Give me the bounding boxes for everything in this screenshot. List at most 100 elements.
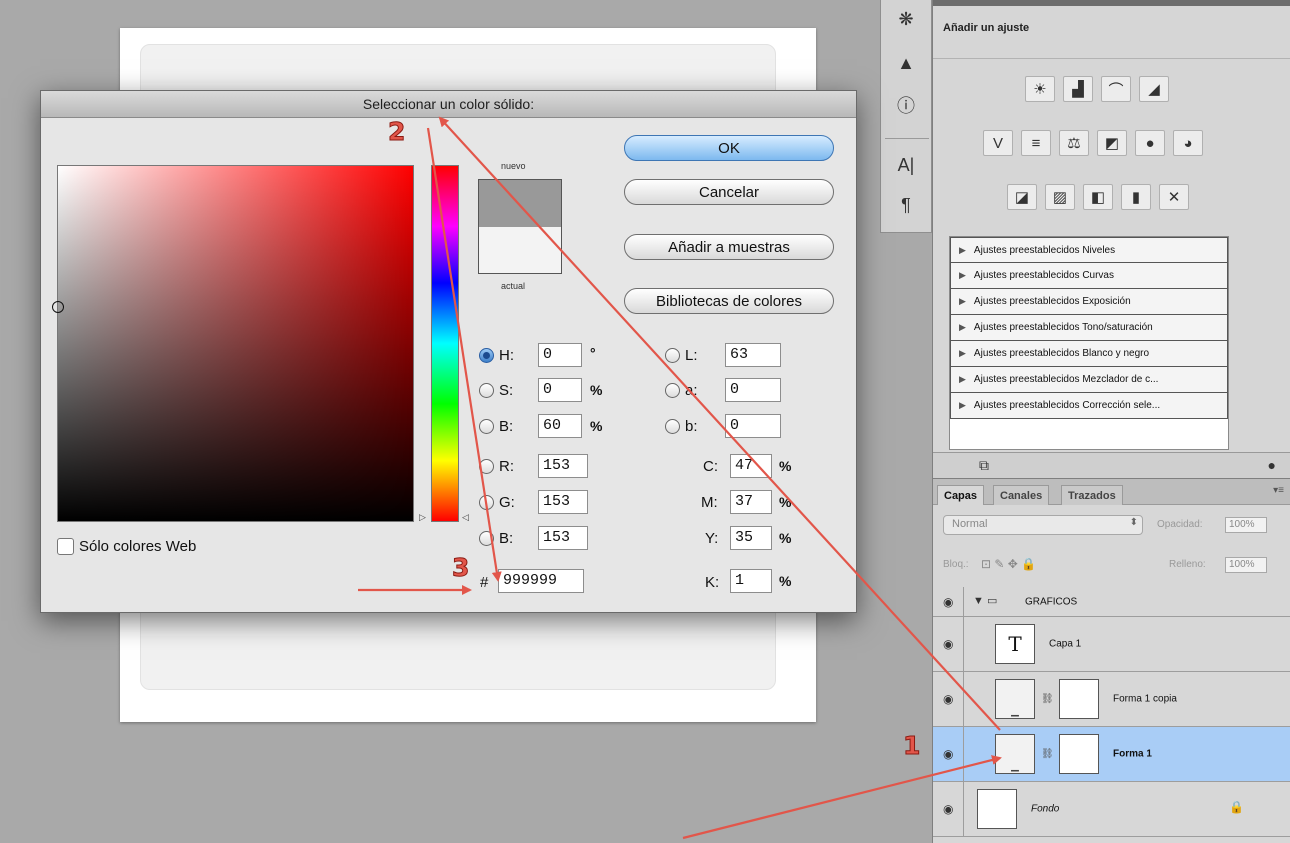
k-input[interactable]: 1 [730,569,772,593]
layer-row-forma-1[interactable]: ◉ ▁ ⛓ Forma 1 [933,727,1290,782]
layers-tab-bar: Capas Canales Trazados ▾≡ [933,479,1290,505]
expand-triangle-icon: ▶ [959,374,966,384]
radio-g[interactable] [479,495,494,510]
hue-slider[interactable] [431,165,459,522]
h-input[interactable]: 0 [538,343,582,367]
brightness-input[interactable]: 60 [538,414,582,438]
layer-name: GRAFICOS [1025,596,1078,607]
eye-icon[interactable]: ◉ [943,692,953,706]
radio-brightness[interactable] [479,419,494,434]
hue-slider-left-handle-icon[interactable]: ▷ [419,512,426,523]
link-icon: ⛓ [1041,693,1054,705]
curves-icon[interactable]: ⌒ [1101,76,1131,102]
panel-menu-icon[interactable]: ▾≡ [1273,485,1284,496]
s-input[interactable]: 0 [538,378,582,402]
threshold-icon[interactable]: ◧ [1083,184,1113,210]
list-item[interactable]: ▶ Ajustes preestablecidos Blanco y negro [950,341,1228,367]
photo-filter-icon[interactable]: ● [1135,130,1165,156]
dialog-title: Seleccionar un color sólido: [41,91,856,118]
histogram-icon[interactable]: ▲ [893,50,919,76]
adjustment-icons-row-1: ☀ ▟ ⌒ ◢ [1025,76,1169,102]
b-blue-input[interactable]: 153 [538,526,588,550]
lock-icon: 🔒 [1229,800,1244,814]
list-item[interactable]: ▶ Ajustes preestablecidos Corrección sele… [950,393,1228,419]
c-input[interactable]: 47 [730,454,772,478]
tab-trazados[interactable]: Trazados [1061,485,1123,505]
radio-l[interactable] [665,348,680,363]
radio-a[interactable] [665,383,680,398]
layer-row-forma-1-copia[interactable]: ◉ ▁ ⛓ Forma 1 copia [933,672,1290,727]
eye-icon[interactable]: ◉ [943,802,953,816]
list-item[interactable]: ▶ Ajustes preestablecidos Niveles [950,237,1228,263]
layer-name: Forma 1 copia [1113,693,1177,705]
a-input[interactable]: 0 [725,378,781,402]
r-input[interactable]: 153 [538,454,588,478]
adjustments-divider [933,58,1290,59]
list-item[interactable]: ▶ Ajustes preestablecidos Tono/saturación [950,315,1228,341]
exposure-icon[interactable]: ◢ [1139,76,1169,102]
brightness-icon[interactable]: ☀ [1025,76,1055,102]
color-balance-icon[interactable]: ⚖ [1059,130,1089,156]
selective-color-icon[interactable]: ✕ [1159,184,1189,210]
field-label-b-blue: B: [499,530,514,547]
list-item[interactable]: ▶ Ajustes preestablecidos Mezclador de c.… [950,367,1228,393]
color-field[interactable] [52,165,414,522]
g-input[interactable]: 153 [538,490,588,514]
hue-saturation-icon[interactable]: ≡ [1021,130,1051,156]
folder-expand-icon[interactable]: ▼ ▭ [973,594,997,607]
m-input[interactable]: 37 [730,490,772,514]
navigator-icon[interactable]: ❋ [893,6,919,32]
channel-mixer-icon[interactable]: ◕ [1173,130,1203,156]
hue-slider-right-handle-icon[interactable]: ◁ [462,512,469,523]
tab-capas[interactable]: Capas [937,485,985,505]
tab-canales[interactable]: Canales [993,485,1050,505]
levels-icon[interactable]: ▟ [1063,76,1093,102]
web-colors-checkbox[interactable] [57,538,74,555]
color-libraries-button[interactable]: Bibliotecas de colores [624,288,834,314]
radio-b-lab[interactable] [665,419,680,434]
eye-icon[interactable]: ◉ [943,595,953,609]
cancel-button[interactable]: Cancelar [624,179,834,205]
expand-triangle-icon: ▶ [959,400,966,410]
field-label-s: S: [499,382,514,399]
hex-input[interactable]: 999999 [498,569,584,593]
layer-row-capa-1[interactable]: ◉ T Capa 1 [933,617,1290,672]
l-input[interactable]: 63 [725,343,781,367]
ok-button[interactable]: OK [624,135,834,161]
current-color-swatch[interactable] [479,226,561,273]
list-item[interactable]: ▶ Ajustes preestablecidos Curvas [950,263,1228,289]
black-white-icon[interactable]: ◩ [1097,130,1127,156]
color-field-cursor[interactable] [52,301,64,313]
eye-icon[interactable]: ◉ [943,747,953,761]
opacity-field[interactable]: 100% [1225,517,1267,533]
radio-b-blue[interactable] [479,531,494,546]
paragraph-icon[interactable]: ¶ [893,192,919,218]
b-lab-input[interactable]: 0 [725,414,781,438]
visibility-toggle-icon[interactable]: ● [1268,457,1276,473]
list-item[interactable]: ▶ Ajustes preestablecidos Exposición [950,289,1228,315]
invert-icon[interactable]: ◪ [1007,184,1037,210]
blend-mode-select[interactable]: Normal ⬍ [943,515,1143,535]
lock-icons[interactable]: ⊡ ✎ ✥ 🔒 [981,557,1036,571]
character-icon[interactable]: A| [893,152,919,178]
gradient-map-icon[interactable]: ▮ [1121,184,1151,210]
radio-r[interactable] [479,459,494,474]
new-color-swatch [479,180,561,227]
radio-h[interactable] [479,348,494,363]
lock-label: Bloq.: [943,559,969,570]
vibrance-icon[interactable]: V [983,130,1013,156]
layer-row-fondo[interactable]: ◉ Fondo 🔒 [933,782,1290,837]
unit-percent: % [590,382,603,398]
field-label-h: H: [499,347,514,364]
eye-icon[interactable]: ◉ [943,637,953,651]
clip-to-layer-icon[interactable]: ⧉ [979,457,989,474]
info-icon[interactable]: ⓘ [893,92,919,118]
radio-s[interactable] [479,383,494,398]
posterize-icon[interactable]: ▨ [1045,184,1075,210]
fill-field[interactable]: 100% [1225,557,1267,573]
y-input[interactable]: 35 [730,526,772,550]
add-to-swatches-button[interactable]: Añadir a muestras [624,234,834,260]
preset-label: Ajustes preestablecidos Mezclador de c..… [973,374,1159,385]
layer-row-graficos[interactable]: ◉ ▼ ▭ GRAFICOS [933,587,1290,617]
annotation-number-2: 2 [387,117,406,147]
